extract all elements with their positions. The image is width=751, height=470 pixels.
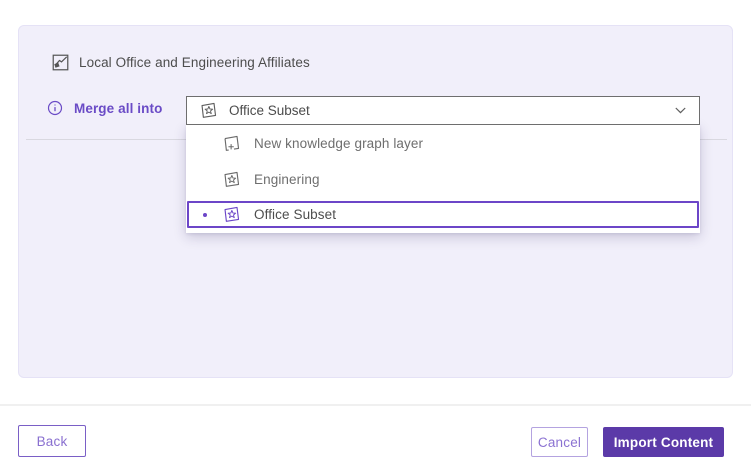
merge-target-select[interactable]: Office Subset [186, 96, 700, 125]
merge-all-into-label: Merge all into [74, 101, 162, 116]
menu-item-new-knowledge-graph-layer[interactable]: New knowledge graph layer [186, 125, 700, 161]
menu-item-label: Office Subset [254, 207, 336, 222]
merge-target-dropdown-menu: New knowledge graph layer Enginering Off… [186, 125, 700, 233]
import-content-button[interactable]: Import Content [603, 427, 724, 457]
selected-dot [203, 213, 207, 217]
merge-all-into-row: Merge all into [47, 100, 162, 116]
menu-item-office-subset[interactable]: Office Subset [187, 201, 699, 228]
menu-item-label: Enginering [254, 172, 320, 187]
new-knowledge-graph-layer-icon [222, 134, 241, 153]
back-button[interactable]: Back [18, 425, 86, 457]
knowledge-graph-layer-icon [222, 205, 241, 224]
polygon-layer-icon [52, 54, 69, 71]
info-icon[interactable] [47, 100, 63, 116]
source-layer-label: Local Office and Engineering Affiliates [79, 55, 310, 70]
knowledge-graph-layer-icon [199, 101, 218, 120]
selected-bullet-slot [203, 213, 222, 217]
chevron-down-icon[interactable] [674, 106, 687, 115]
knowledge-graph-layer-icon [222, 170, 241, 189]
footer-divider [0, 404, 751, 406]
cancel-button[interactable]: Cancel [531, 427, 588, 457]
menu-item-label: New knowledge graph layer [254, 136, 423, 151]
import-content-dialog: Local Office and Engineering Affiliates … [0, 0, 751, 470]
source-layer-row: Local Office and Engineering Affiliates [52, 54, 310, 71]
menu-item-enginering[interactable]: Enginering [186, 161, 700, 197]
select-value: Office Subset [229, 103, 674, 118]
